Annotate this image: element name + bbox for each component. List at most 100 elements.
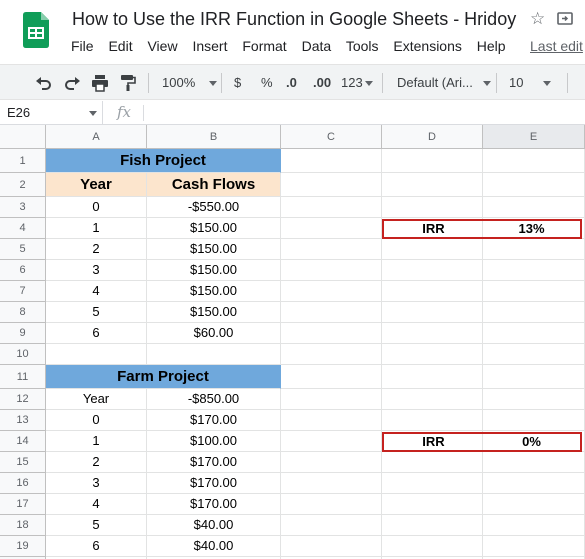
row-header-13[interactable]: 13 (0, 410, 46, 431)
grid-cell[interactable] (147, 344, 281, 365)
grid-cell[interactable] (281, 344, 382, 365)
row-header-19[interactable]: 19 (0, 536, 46, 557)
grid-cell[interactable] (382, 452, 483, 473)
menu-format[interactable]: Format (242, 38, 286, 54)
grid-cell[interactable] (483, 173, 585, 197)
grid-cell[interactable] (382, 473, 483, 494)
grid-cell[interactable] (382, 389, 483, 410)
row-header-17[interactable]: 17 (0, 494, 46, 515)
undo-icon[interactable] (35, 74, 53, 92)
grid-cell[interactable] (382, 410, 483, 431)
farm-year-header[interactable]: Year (46, 389, 147, 410)
menu-help[interactable]: Help (477, 38, 506, 54)
fish-year-cell[interactable]: 3 (46, 260, 147, 281)
grid-cell[interactable] (483, 452, 585, 473)
currency-format-button[interactable]: $ (234, 74, 241, 92)
select-all-corner[interactable] (0, 125, 46, 149)
row-header-11[interactable]: 11 (0, 365, 46, 389)
menu-view[interactable]: View (147, 38, 177, 54)
row-header-18[interactable]: 18 (0, 515, 46, 536)
grid-cell[interactable] (281, 410, 382, 431)
fish-year-cell[interactable]: 0 (46, 197, 147, 218)
paint-format-icon[interactable] (119, 74, 137, 92)
grid-cell[interactable] (483, 389, 585, 410)
farm-year-cell[interactable]: 4 (46, 494, 147, 515)
row-header-12[interactable]: 12 (0, 389, 46, 410)
grid-cell[interactable] (483, 410, 585, 431)
grid-cell[interactable] (382, 494, 483, 515)
fish-irr-value[interactable]: 13% (483, 221, 580, 237)
fish-year-cell[interactable]: 2 (46, 239, 147, 260)
grid-cell[interactable] (382, 260, 483, 281)
fish-cash-cell[interactable]: $150.00 (147, 281, 281, 302)
fish-cash-cell[interactable]: $150.00 (147, 239, 281, 260)
grid-cell[interactable] (281, 365, 382, 389)
grid-cell[interactable] (483, 302, 585, 323)
more-formats-button[interactable]: 123 (341, 74, 373, 92)
column-header-d[interactable]: D (382, 125, 483, 149)
grid-cell[interactable] (382, 302, 483, 323)
grid-cell[interactable] (281, 302, 382, 323)
fish-year-cell[interactable]: 5 (46, 302, 147, 323)
row-header-1[interactable]: 1 (0, 149, 46, 173)
increase-decimal-button[interactable]: .00 (313, 74, 331, 92)
column-header-e[interactable]: E (483, 125, 585, 149)
grid-cell[interactable] (483, 197, 585, 218)
grid-cell[interactable] (281, 323, 382, 344)
farm-irr-value[interactable]: 0% (483, 434, 580, 450)
grid-cell[interactable] (281, 197, 382, 218)
farm-year-cell[interactable]: 3 (46, 473, 147, 494)
grid-cell[interactable] (483, 260, 585, 281)
fish-cash-flows-header[interactable]: Cash Flows (147, 173, 281, 197)
document-title[interactable]: How to Use the IRR Function in Google Sh… (72, 9, 516, 30)
row-header-6[interactable]: 6 (0, 260, 46, 281)
grid-cell[interactable] (281, 260, 382, 281)
grid-cell[interactable] (483, 536, 585, 557)
farm-year-cell[interactable]: 1 (46, 431, 147, 452)
row-header-10[interactable]: 10 (0, 344, 46, 365)
farm-year-cell[interactable]: 6 (46, 536, 147, 557)
farm-year-cell[interactable]: 0 (46, 410, 147, 431)
fish-year-cell[interactable]: 1 (46, 218, 147, 239)
fish-cash-cell[interactable]: -$550.00 (147, 197, 281, 218)
grid-cell[interactable] (281, 494, 382, 515)
farm-project-title[interactable]: Farm Project (46, 365, 281, 389)
grid-cell[interactable] (281, 281, 382, 302)
row-header-16[interactable]: 16 (0, 473, 46, 494)
farm-irr-label[interactable]: IRR (384, 434, 483, 450)
grid-cell[interactable] (281, 452, 382, 473)
farm-cash-cell[interactable]: $170.00 (147, 494, 281, 515)
grid-cell[interactable] (382, 239, 483, 260)
farm-year-cell[interactable]: 5 (46, 515, 147, 536)
menu-tools[interactable]: Tools (346, 38, 379, 54)
grid-cell[interactable] (483, 239, 585, 260)
grid-cell[interactable] (281, 431, 382, 452)
grid-cell[interactable] (483, 344, 585, 365)
farm-cash-cell[interactable]: $170.00 (147, 473, 281, 494)
percent-format-button[interactable]: % (261, 74, 273, 92)
menu-data[interactable]: Data (302, 38, 332, 54)
farm-cash-cell[interactable]: $100.00 (147, 431, 281, 452)
grid-cell[interactable] (382, 365, 483, 389)
fish-cash-cell[interactable]: $60.00 (147, 323, 281, 344)
grid-cell[interactable] (382, 197, 483, 218)
grid-cell[interactable] (483, 281, 585, 302)
grid-cell[interactable] (281, 173, 382, 197)
row-header-3[interactable]: 3 (0, 197, 46, 218)
farm-cash-cell[interactable]: $170.00 (147, 410, 281, 431)
font-size-select[interactable]: 10 (509, 74, 552, 92)
name-box[interactable]: E26 (0, 101, 103, 125)
google-sheets-logo-icon[interactable] (23, 12, 49, 48)
row-header-2[interactable]: 2 (0, 173, 46, 197)
font-family-select[interactable]: Default (Ari... (397, 74, 491, 92)
menu-edit[interactable]: Edit (108, 38, 132, 54)
farm-cash-cell[interactable]: $170.00 (147, 452, 281, 473)
farm-cash-cell[interactable]: $40.00 (147, 536, 281, 557)
fish-cash-cell[interactable]: $150.00 (147, 302, 281, 323)
grid-cell[interactable] (483, 323, 585, 344)
column-header-a[interactable]: A (46, 125, 147, 149)
fish-cash-cell[interactable]: $150.00 (147, 260, 281, 281)
fish-project-title[interactable]: Fish Project (46, 149, 281, 173)
grid-cell[interactable] (483, 473, 585, 494)
grid-cell[interactable] (382, 323, 483, 344)
